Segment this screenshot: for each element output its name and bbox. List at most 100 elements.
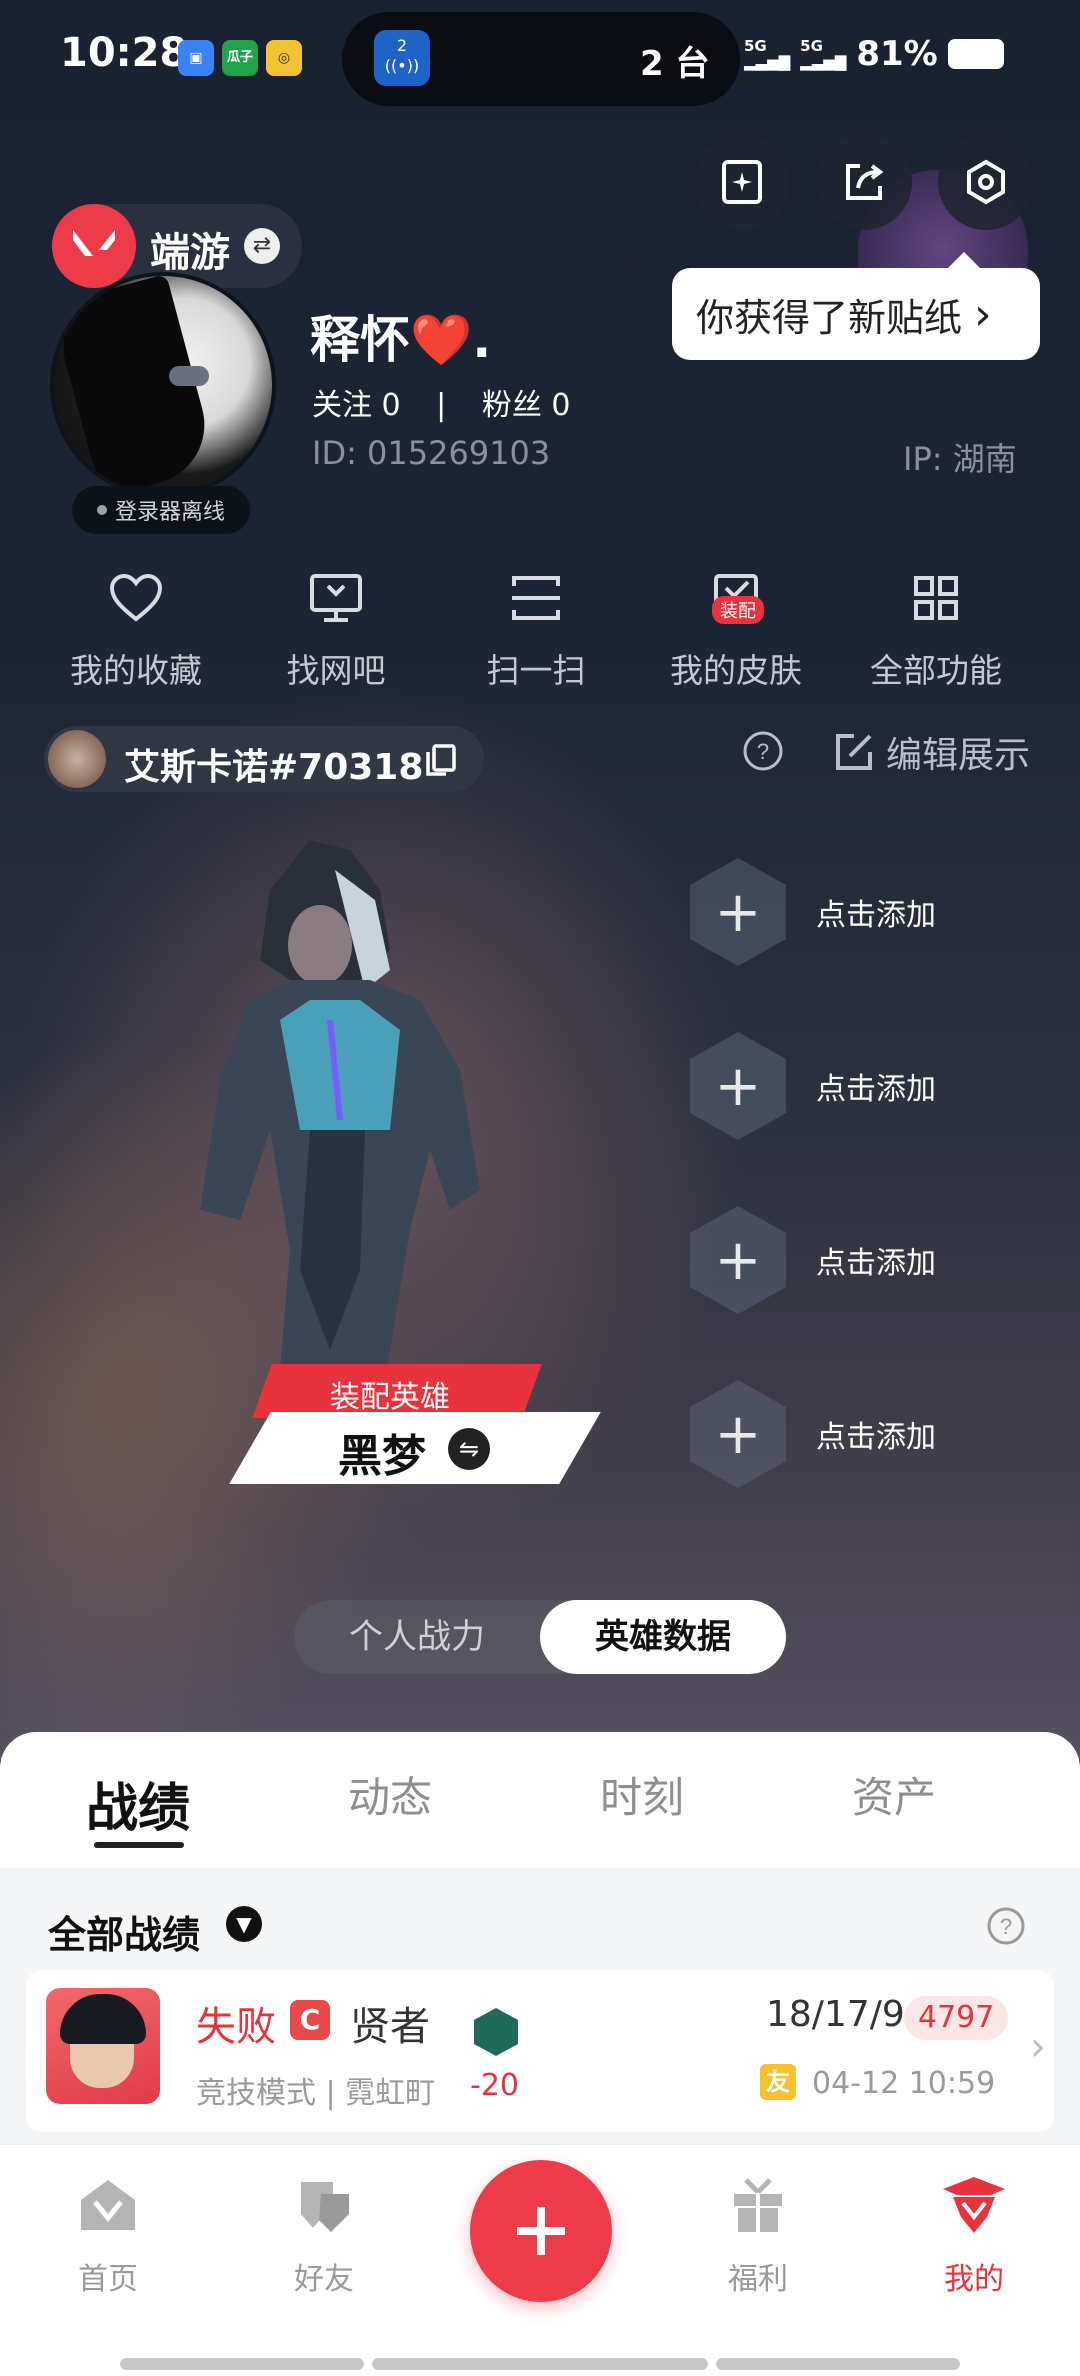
match-hero-avatar <box>46 1988 160 2104</box>
match-result: 失败 <box>196 2004 276 2050</box>
quick-action-favorites[interactable]: 我的收藏 <box>56 566 216 692</box>
grid-icon <box>904 566 968 630</box>
quick-action-label: 全部功能 <box>870 651 1002 690</box>
add-slot-label: 点击添加 <box>816 1420 936 1455</box>
status-app-icon-2: 瓜子 <box>222 40 258 76</box>
chevron-right-icon: › <box>974 288 992 340</box>
status-app-icon-1: ▣ <box>178 40 214 76</box>
monitor-icon <box>304 566 368 630</box>
valorant-logo-icon <box>52 204 136 288</box>
home-indicator <box>120 2358 364 2370</box>
quick-action-label: 我的收藏 <box>70 651 202 690</box>
home-indicator <box>372 2358 708 2370</box>
nickname: 释怀❤️. <box>310 311 492 369</box>
edit-icon <box>836 734 872 770</box>
user-id: ID: 015269103 <box>312 434 551 472</box>
nav-home[interactable]: 首页 <box>38 2170 178 2298</box>
add-slot-4[interactable]: + 点击添加 <box>690 1374 990 1494</box>
tooltip-text: 你获得了新贴纸 <box>696 295 963 340</box>
home-icon <box>73 2170 143 2240</box>
profile-icon <box>939 2170 1009 2240</box>
edit-showcase-label: 编辑展示 <box>886 735 1031 776</box>
settings-button[interactable] <box>938 134 1034 230</box>
add-slot-1[interactable]: + 点击添加 <box>690 852 990 972</box>
offline-dot-icon <box>96 505 107 515</box>
plus-icon: + <box>690 1380 786 1488</box>
match-kda: 18/17/9 <box>766 1994 905 2035</box>
svg-text:?: ? <box>1000 1914 1012 1939</box>
nav-friends[interactable]: 好友 <box>254 2170 394 2298</box>
edit-showcase-button[interactable]: 编辑展示 <box>832 726 1030 778</box>
status-app-icon-3: ◎ <box>266 40 302 76</box>
nav-label: 好友 <box>294 2262 354 2297</box>
gear-icon <box>967 159 1005 205</box>
plus-icon <box>517 2207 565 2255</box>
follow-count[interactable]: 关注 0 <box>312 388 401 423</box>
nav-label: 福利 <box>728 2262 788 2297</box>
create-post-button[interactable] <box>470 2160 612 2302</box>
fans-count[interactable]: 粉丝 0 <box>482 388 571 423</box>
status-right: 5G ▂▃▅▇ 5G ▂▃▅▇ 81% <box>744 34 1004 74</box>
tab-assets[interactable]: 资产 <box>852 1764 936 1825</box>
status-time: 10:28 <box>60 30 188 76</box>
quick-action-scan[interactable]: 扫一扫 <box>456 566 616 692</box>
quick-action-netcafe[interactable]: 找网吧 <box>256 566 416 692</box>
help-icon[interactable]: ? <box>742 730 784 776</box>
match-mode-map: 竞技模式 | 霓虹町 <box>196 2076 436 2111</box>
toggle-hero-data[interactable]: 英雄数据 <box>540 1600 786 1674</box>
share-icon <box>846 164 884 200</box>
tab-feed[interactable]: 动态 <box>348 1764 432 1825</box>
follow-stats: 关注 0 | 粉丝 0 <box>312 380 570 424</box>
switch-arrows-icon[interactable]: ⇄ <box>244 228 280 264</box>
heart-icon <box>104 566 168 630</box>
add-slot-2[interactable]: + 点击添加 <box>690 1026 990 1146</box>
island-badge: 2 <box>396 36 408 55</box>
scan-icon <box>504 566 568 630</box>
quick-action-label: 找网吧 <box>286 651 386 690</box>
share-button[interactable] <box>816 134 912 230</box>
quick-action-all[interactable]: 全部功能 <box>856 566 1016 692</box>
toggle-personal-power[interactable]: 个人战力 <box>294 1600 540 1674</box>
rank-delta: -20 <box>470 2068 519 2103</box>
valorant-v-icon <box>73 230 115 256</box>
quick-action-skins[interactable]: 装配 我的皮肤 <box>656 566 816 692</box>
tab-records[interactable]: 战绩 <box>86 1766 190 1841</box>
new-sticker-tooltip[interactable]: 你获得了新贴纸 › <box>672 252 1040 360</box>
nav-label: 我的 <box>944 2262 1004 2297</box>
avatar-eye <box>169 366 209 386</box>
sticker-button[interactable] <box>694 134 790 230</box>
tab-moments[interactable]: 时刻 <box>600 1764 684 1825</box>
records-filter[interactable]: 全部战绩 <box>48 1904 200 1959</box>
avatar[interactable] <box>50 272 276 498</box>
rank-badge: C <box>290 2000 330 2040</box>
switch-hero-icon[interactable]: ⇋ <box>448 1428 490 1470</box>
nav-benefits[interactable]: 福利 <box>688 2170 828 2298</box>
match-score: 4797 <box>904 1996 1009 2040</box>
skin-icon: 装配 <box>704 566 768 630</box>
broadcast-icon: ((•)) <box>384 56 420 75</box>
copy-icon[interactable] <box>424 742 458 782</box>
nav-mine[interactable]: 我的 <box>904 2170 1044 2298</box>
battery-icon <box>947 39 1004 69</box>
battery-percent: 81% <box>856 34 938 74</box>
chevron-right-icon: › <box>1030 2024 1046 2070</box>
rank-name: 贤者 <box>350 2004 430 2050</box>
offline-label: 登录器离线 <box>114 500 225 525</box>
add-slot-label: 点击添加 <box>816 898 936 933</box>
add-slot-3[interactable]: + 点击添加 <box>690 1200 990 1320</box>
gift-icon <box>723 2170 793 2240</box>
signal-icon-1: 5G ▂▃▅▇ <box>744 37 791 71</box>
nav-label: 首页 <box>78 2262 138 2297</box>
equipped-hero-tag: 装配英雄 <box>330 1380 450 1415</box>
ip-location: IP: 湖南 <box>903 440 1017 478</box>
match-time: 04-12 10:59 <box>812 2066 996 2101</box>
friends-icon <box>289 2170 359 2240</box>
quick-action-label: 我的皮肤 <box>670 651 802 690</box>
svg-text:?: ? <box>757 739 769 764</box>
island-text: 2 台 <box>640 44 710 84</box>
chevron-down-icon[interactable]: ▼ <box>226 1906 262 1942</box>
signal-icon-2: 5G ▂▃▅▇ <box>800 37 847 71</box>
records-help-icon[interactable]: ? <box>986 1906 1026 1950</box>
avatar-hair <box>60 1994 146 2044</box>
account-avatar <box>48 730 106 788</box>
